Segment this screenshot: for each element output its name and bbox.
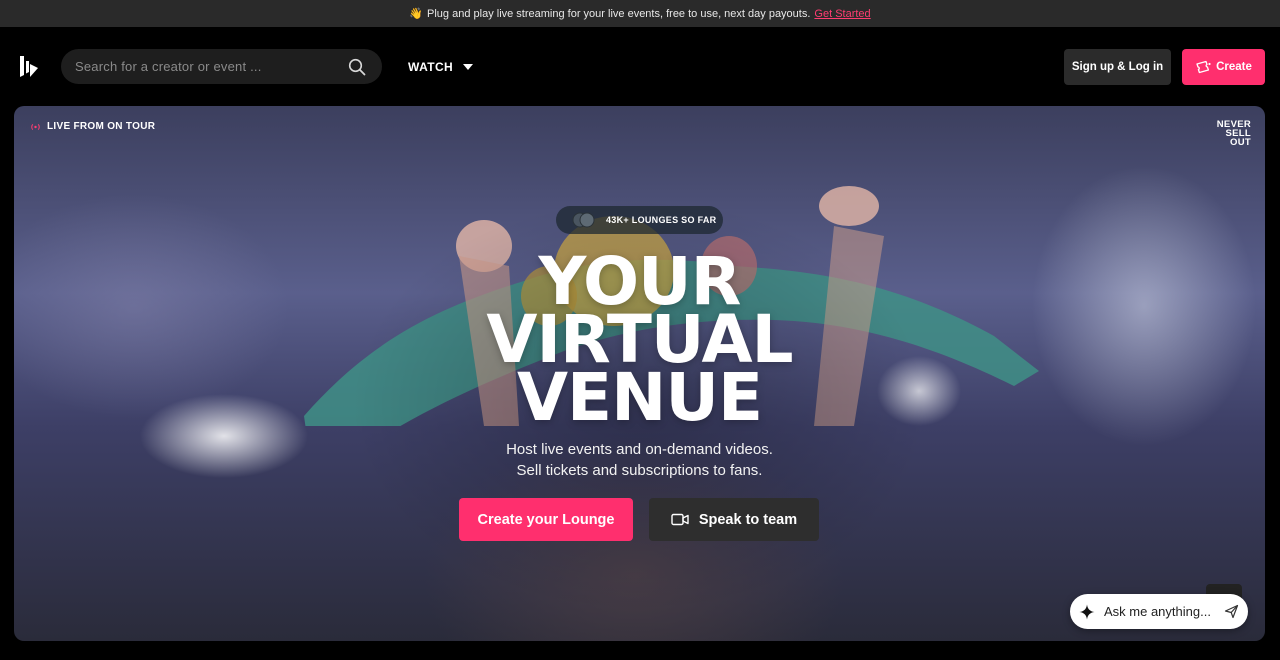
top-navigation: WATCH Sign up & Log in Create [0, 27, 1280, 106]
search-icon[interactable] [348, 58, 366, 76]
ask-assistant-widget[interactable] [1070, 594, 1248, 629]
create-button[interactable]: Create [1182, 49, 1265, 85]
search-input[interactable] [61, 49, 348, 84]
ask-input[interactable] [1102, 603, 1214, 620]
sparkle-icon [1079, 604, 1095, 619]
get-started-link[interactable]: Get Started [814, 8, 870, 20]
avatars-icon [572, 212, 595, 228]
hero-subtitle: Host live events and on-demand videos. [506, 441, 773, 458]
video-camera-icon [671, 513, 689, 526]
never-sell-out-badge: NEVER SELL OUT [1191, 120, 1251, 148]
signup-login-button[interactable]: Sign up & Log in [1064, 49, 1171, 85]
speak-to-team-button[interactable]: Speak to team [649, 498, 819, 541]
speak-to-team-label: Speak to team [698, 511, 798, 528]
broadcast-icon [31, 123, 40, 130]
send-icon[interactable] [1224, 604, 1239, 619]
live-tag-label: LIVE FROM ON TOUR [47, 121, 156, 132]
announcement-bar: 👋 Plug and play live streaming for your … [0, 0, 1280, 27]
wave-emoji: 👋 [409, 8, 424, 20]
search-bar [61, 49, 382, 84]
watch-menu[interactable]: WATCH [408, 59, 474, 75]
logo-icon[interactable] [18, 55, 40, 79]
caret-down-icon [463, 64, 474, 70]
create-lounge-button[interactable]: Create your Lounge [459, 498, 633, 541]
announcement-text: Plug and play live streaming for your li… [427, 7, 811, 20]
lounges-count-pill: 43K+ LOUNGES SO FAR [556, 206, 723, 234]
watch-label: WATCH [408, 60, 454, 74]
ticket-icon [1196, 60, 1211, 74]
live-tag: LIVE FROM ON TOUR [30, 121, 155, 132]
hero-video[interactable]: LIVE FROM ON TOUR NEVER SELL OUT 43K+ LO… [14, 106, 1265, 641]
headline-line: VENUE [516, 359, 763, 436]
lounges-count-label: 43K+ LOUNGES SO FAR [606, 215, 717, 225]
hero-subtitle: Sell tickets and subscriptions to fans. [516, 462, 763, 479]
create-label: Create [1216, 61, 1252, 73]
badge-line: OUT [1230, 137, 1251, 148]
